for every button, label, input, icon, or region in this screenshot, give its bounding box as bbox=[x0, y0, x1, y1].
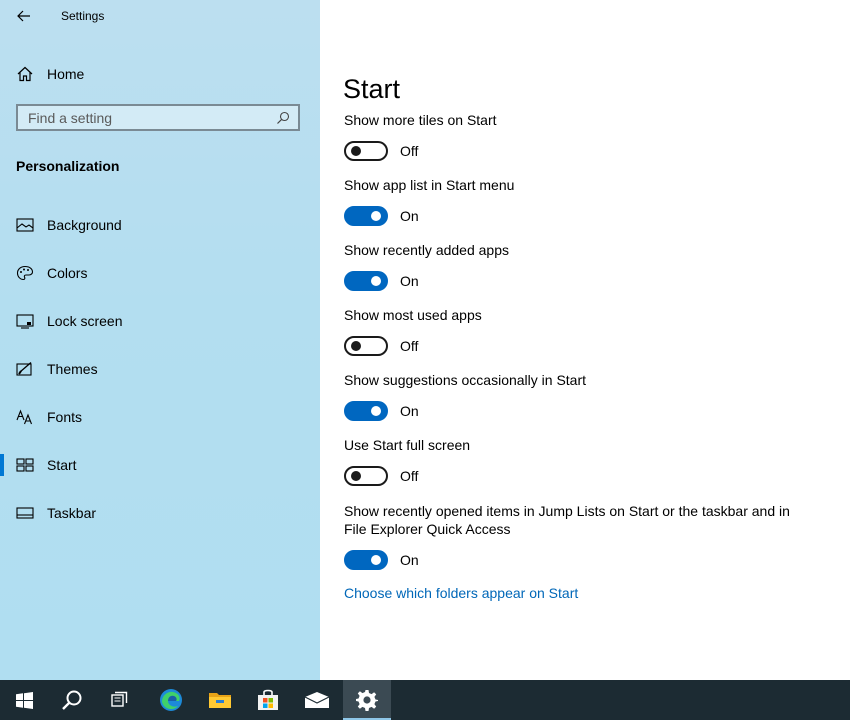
home-icon bbox=[17, 66, 33, 82]
palette-icon bbox=[16, 265, 34, 281]
search-icon bbox=[62, 690, 82, 710]
mail-button[interactable] bbox=[293, 680, 341, 720]
themes-icon bbox=[16, 362, 32, 376]
toggle-switch[interactable] bbox=[344, 336, 388, 356]
setting-jump-lists: Show recently opened items in Jump Lists… bbox=[344, 502, 804, 573]
sidebar-item-lock-screen[interactable]: Lock screen bbox=[0, 303, 320, 339]
sidebar-item-label: Background bbox=[47, 217, 122, 233]
sidebar-item-label: Start bbox=[47, 457, 77, 473]
taskbar bbox=[0, 680, 850, 720]
toggle-state-text: On bbox=[400, 273, 419, 289]
fonts-icon bbox=[16, 409, 33, 425]
title-bar: Settings bbox=[0, 0, 320, 34]
main-content: Start Show more tiles on Start Off Show … bbox=[320, 0, 850, 680]
task-view-icon bbox=[111, 691, 128, 707]
toggle-switch[interactable] bbox=[344, 141, 388, 161]
toggle-state-text: Off bbox=[400, 468, 419, 484]
sidebar-item-label: Taskbar bbox=[47, 505, 97, 521]
sidebar: Settings Home Personalization Background bbox=[0, 0, 320, 680]
edge-button[interactable] bbox=[147, 680, 195, 720]
toggle-switch[interactable] bbox=[344, 550, 388, 570]
setting-label: Show more tiles on Start bbox=[344, 112, 497, 128]
toggle-knob bbox=[351, 471, 361, 481]
setting-show-more-tiles: Show more tiles on Start Off bbox=[344, 111, 814, 164]
toggle-state-text: On bbox=[400, 552, 419, 568]
settings-taskbar-button[interactable] bbox=[343, 680, 391, 720]
toggle-knob bbox=[371, 276, 381, 286]
sidebar-item-background[interactable]: Background bbox=[0, 207, 320, 243]
setting-show-app-list: Show app list in Start menu On bbox=[344, 176, 814, 229]
toggle-knob bbox=[371, 555, 381, 565]
toggle-switch[interactable] bbox=[344, 271, 388, 291]
home-label: Home bbox=[47, 66, 85, 82]
task-view-button[interactable] bbox=[96, 680, 144, 720]
sidebar-item-start[interactable]: Start bbox=[0, 447, 320, 483]
search-icon[interactable] bbox=[276, 111, 290, 125]
home-nav-item[interactable]: Home bbox=[0, 60, 320, 88]
toggle-knob bbox=[351, 341, 361, 351]
setting-show-recently-added: Show recently added apps On bbox=[344, 241, 814, 294]
setting-label: Show recently added apps bbox=[344, 242, 509, 258]
back-arrow-icon bbox=[17, 10, 30, 22]
start-icon bbox=[16, 458, 34, 472]
setting-label: Show most used apps bbox=[344, 307, 482, 323]
section-heading: Personalization bbox=[16, 158, 120, 174]
sidebar-item-label: Fonts bbox=[47, 409, 83, 425]
app-title: Settings bbox=[61, 9, 105, 23]
store-icon bbox=[258, 689, 278, 710]
toggle-state-text: Off bbox=[400, 143, 419, 159]
image-icon bbox=[16, 218, 34, 232]
choose-folders-link[interactable]: Choose which folders appear on Start bbox=[344, 585, 578, 601]
sidebar-item-label: Themes bbox=[47, 361, 98, 377]
toggle-state-text: On bbox=[400, 403, 419, 419]
store-button[interactable] bbox=[244, 680, 292, 720]
setting-label: Use Start full screen bbox=[344, 437, 471, 453]
taskbar-icon bbox=[16, 507, 34, 519]
toggle-state-text: On bbox=[400, 208, 419, 224]
setting-show-suggestions: Show suggestions occasionally in Start O… bbox=[344, 371, 814, 424]
sidebar-item-themes[interactable]: Themes bbox=[0, 351, 320, 387]
windows-start-icon bbox=[15, 691, 33, 709]
sidebar-item-fonts[interactable]: Fonts bbox=[0, 399, 320, 435]
setting-label: Show recently opened items in Jump Lists… bbox=[344, 503, 790, 537]
sidebar-item-label: Lock screen bbox=[47, 313, 123, 329]
file-explorer-icon bbox=[209, 693, 231, 708]
setting-show-most-used: Show most used apps Off bbox=[344, 306, 814, 359]
setting-label: Show app list in Start menu bbox=[344, 177, 515, 193]
page-title: Start bbox=[343, 74, 401, 105]
settings-window: Settings Home Personalization Background bbox=[0, 0, 850, 680]
file-explorer-button[interactable] bbox=[196, 680, 244, 720]
toggle-switch[interactable] bbox=[344, 466, 388, 486]
mail-icon bbox=[304, 692, 330, 708]
toggle-switch[interactable] bbox=[344, 401, 388, 421]
search-input[interactable] bbox=[28, 110, 268, 126]
setting-label: Show suggestions occasionally in Start bbox=[344, 372, 587, 388]
toggle-knob bbox=[351, 146, 361, 156]
toggle-state-text: Off bbox=[400, 338, 419, 354]
taskbar-search-button[interactable] bbox=[48, 680, 96, 720]
back-button[interactable] bbox=[10, 4, 38, 28]
toggle-knob bbox=[371, 406, 381, 416]
settings-gear-icon bbox=[356, 690, 378, 711]
lock-screen-icon bbox=[16, 314, 34, 329]
selection-indicator bbox=[0, 454, 4, 476]
edge-icon bbox=[160, 689, 182, 711]
search-box[interactable] bbox=[16, 104, 300, 131]
setting-full-screen: Use Start full screen Off bbox=[344, 436, 814, 489]
toggle-knob bbox=[371, 211, 381, 221]
sidebar-item-taskbar[interactable]: Taskbar bbox=[0, 495, 320, 531]
sidebar-item-label: Colors bbox=[47, 265, 88, 281]
toggle-switch[interactable] bbox=[344, 206, 388, 226]
start-button[interactable] bbox=[0, 680, 48, 720]
sidebar-item-colors[interactable]: Colors bbox=[0, 255, 320, 291]
